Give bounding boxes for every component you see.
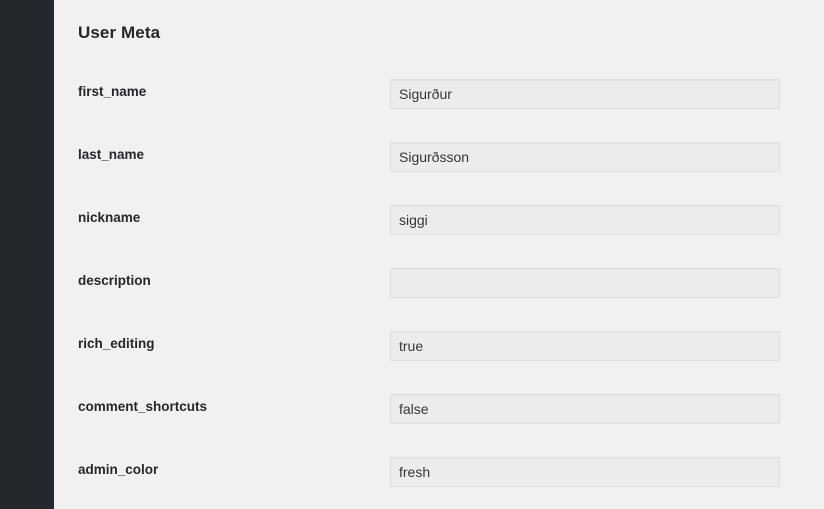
field-label-nickname: nickname	[78, 210, 141, 225]
meta-row-nickname: nickname	[54, 192, 824, 255]
field-input-admin-color[interactable]	[390, 457, 780, 487]
user-meta-form: first_name last_name nickname descriptio…	[54, 66, 824, 507]
field-input-description[interactable]	[390, 268, 780, 298]
field-label-admin-color: admin_color	[78, 462, 159, 477]
field-label-first-name: first_name	[78, 84, 147, 99]
field-input-last-name[interactable]	[390, 142, 780, 172]
field-input-first-name[interactable]	[390, 79, 780, 109]
meta-row-description: description	[54, 255, 824, 318]
meta-row-admin-color: admin_color	[54, 444, 824, 507]
field-input-comment-shortcuts[interactable]	[390, 394, 780, 424]
meta-row-first-name: first_name	[54, 66, 824, 129]
admin-screen: User Meta first_name last_name nickname …	[0, 0, 824, 509]
page-title: User Meta	[78, 23, 161, 42]
field-input-nickname[interactable]	[390, 205, 780, 235]
meta-row-last-name: last_name	[54, 129, 824, 192]
meta-row-comment-shortcuts: comment_shortcuts	[54, 381, 824, 444]
meta-row-rich-editing: rich_editing	[54, 318, 824, 381]
admin-sidebar[interactable]	[0, 0, 54, 509]
field-input-rich-editing[interactable]	[390, 331, 780, 361]
field-label-description: description	[78, 273, 151, 288]
field-label-comment-shortcuts: comment_shortcuts	[78, 399, 208, 414]
field-label-last-name: last_name	[78, 147, 145, 162]
content-area: User Meta first_name last_name nickname …	[54, 0, 824, 509]
field-label-rich-editing: rich_editing	[78, 336, 155, 351]
